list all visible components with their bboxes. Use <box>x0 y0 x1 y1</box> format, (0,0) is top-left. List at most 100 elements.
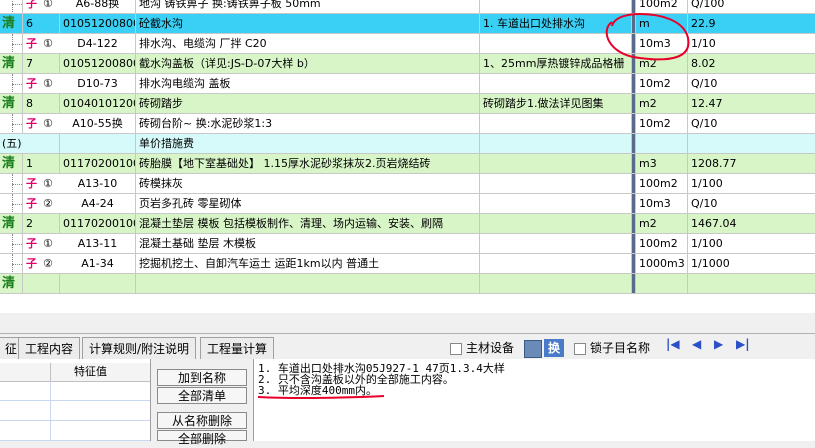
name-cell[interactable]: 排水沟电缆沟 盖板 <box>136 74 480 93</box>
bill-row[interactable]: 清1011702001001砖胎膜【地下室基础处】 1.15厚水泥砂浆抹灰2.页… <box>0 154 815 174</box>
bill-row[interactable]: 清7010512008005截水沟盖板（详见:JS-D-07大样 b）1、25m… <box>0 54 815 74</box>
unit-cell[interactable]: 100m2 <box>636 234 688 253</box>
quantity-cell[interactable]: 12.47 <box>688 94 815 113</box>
quantity-cell[interactable]: Q/100 <box>688 0 815 13</box>
lock-name-toggle[interactable]: 锁子目名称 <box>574 337 650 359</box>
quota-row[interactable]: 子 ② A1-34 挖掘机挖土、自卸汽车运土 运距1km以内 普通土 1000m3 1/1… <box>0 254 815 274</box>
main-equipment-toggle[interactable]: 主材设备 <box>450 337 514 359</box>
quantity-cell[interactable]: 1208.77 <box>688 154 815 173</box>
code-cell[interactable]: D10-73 <box>60 74 136 93</box>
tab-calc-rules[interactable]: 计算规则/附注说明 <box>82 337 197 360</box>
quantity-cell[interactable]: Q/10 <box>688 114 815 133</box>
code-cell[interactable] <box>60 274 136 293</box>
feature-cell[interactable]: 1. 车道出口处排水沟 <box>480 14 632 33</box>
quantity-cell[interactable]: 1/100 <box>688 234 815 253</box>
name-cell[interactable]: 砖砌台阶~ 换:水泥砂浆1:3 <box>136 114 480 133</box>
quota-row[interactable]: 子 ① A13-11 混凝土基础 垫层 木模板 100m2 1/100 <box>0 234 815 254</box>
quantity-cell[interactable]: 1467.04 <box>688 214 815 233</box>
code-cell[interactable]: 011702001002 <box>60 214 136 233</box>
name-cell[interactable]: 挖掘机挖土、自卸汽车运土 运距1km以内 普通土 <box>136 254 480 273</box>
code-cell[interactable]: A13-10 <box>60 174 136 193</box>
code-cell[interactable]: A10-55换 <box>60 114 136 133</box>
prev-icon[interactable]: ◀ <box>692 337 701 351</box>
name-cell[interactable]: 混凝土基础 垫层 木模板 <box>136 234 480 253</box>
feature-cell[interactable] <box>480 194 632 213</box>
name-cell[interactable]: 单价措施费 <box>136 134 480 153</box>
bill-row[interactable]: 清8010401012001砖砌踏步砖砌踏步1.做法详见图集m212.47 <box>0 94 815 114</box>
name-cell[interactable]: 砼截水沟 <box>136 14 480 33</box>
code-cell[interactable]: 010512008004 <box>60 14 136 33</box>
quantity-cell[interactable]: Q/10 <box>688 74 815 93</box>
code-cell[interactable] <box>60 134 136 153</box>
unit-cell[interactable]: 100m2 <box>636 174 688 193</box>
unit-cell[interactable] <box>636 134 688 153</box>
section-row[interactable]: (五) 单价措施费 <box>0 134 815 154</box>
name-cell[interactable]: 混凝土垫层 模板 包括模板制作、清理、场内运输、安装、刷隔 <box>136 214 480 233</box>
tab-work-content[interactable]: 工程内容 <box>18 337 81 360</box>
feature-cell[interactable] <box>480 234 632 253</box>
name-cell[interactable]: 截水沟盖板（详见:JS-D-07大样 b） <box>136 54 480 73</box>
quantity-cell[interactable]: 8.02 <box>688 54 815 73</box>
feature-cell[interactable] <box>480 114 632 133</box>
feature-cell[interactable] <box>480 214 632 233</box>
lock-name-checkbox[interactable] <box>574 342 586 355</box>
feature-cell[interactable] <box>480 174 632 193</box>
main-equipment-checkbox[interactable] <box>450 342 462 355</box>
unit-cell[interactable]: m2 <box>636 54 688 73</box>
delete-all-button[interactable]: 全部删除 <box>157 430 247 446</box>
feature-cell[interactable]: 砖砌踏步1.做法详见图集 <box>480 94 632 113</box>
unit-cell[interactable]: m2 <box>636 94 688 113</box>
feature-cell[interactable] <box>480 274 632 293</box>
feature-row[interactable] <box>0 401 150 421</box>
code-cell[interactable]: A6-88换 <box>60 0 136 13</box>
feature-cell[interactable] <box>480 254 632 273</box>
bill-row[interactable]: 清2011702001002混凝土垫层 模板 包括模板制作、清理、场内运输、安装… <box>0 214 815 234</box>
feature-cell[interactable] <box>480 154 632 173</box>
last-page-icon[interactable]: ▶| <box>736 337 750 351</box>
quota-row[interactable]: 子 ① A10-55换 砖砌台阶~ 换:水泥砂浆1:3 10m2 Q/10 <box>0 114 815 134</box>
remove-from-name-button[interactable]: 从名称删除 <box>157 412 247 429</box>
quantity-cell[interactable]: 1/1000 <box>688 254 815 273</box>
bill-row[interactable]: 清6010512008004砼截水沟1. 车道出口处排水沟m22.9 <box>0 14 815 34</box>
unit-cell[interactable]: m <box>636 14 688 33</box>
name-cell[interactable] <box>136 274 480 293</box>
quota-row[interactable]: 子 ② A4-24 页岩多孔砖 零星砌体 10m3 Q/10 <box>0 194 815 214</box>
monitor-icon[interactable] <box>524 340 542 358</box>
quantity-cell[interactable] <box>688 274 815 293</box>
feature-cell[interactable] <box>480 0 632 13</box>
feature-cell[interactable] <box>480 134 632 153</box>
name-cell[interactable]: 砖模抹灰 <box>136 174 480 193</box>
quantity-cell[interactable] <box>688 134 815 153</box>
code-cell[interactable]: 011702001001 <box>60 154 136 173</box>
unit-cell[interactable]: 10m3 <box>636 194 688 213</box>
unit-cell[interactable]: 1000m3 <box>636 254 688 273</box>
unit-cell[interactable]: m2 <box>636 214 688 233</box>
code-cell[interactable]: D4-122 <box>60 34 136 53</box>
name-cell[interactable]: 地沟 铸铁箅子 换:铸铁箅子板 50mm <box>136 0 480 13</box>
code-cell[interactable]: 010512008005 <box>60 54 136 73</box>
code-cell[interactable]: A4-24 <box>60 194 136 213</box>
name-cell[interactable]: 砖砌踏步 <box>136 94 480 113</box>
quota-row[interactable]: 子 ① A6-88换 地沟 铸铁箅子 换:铸铁箅子板 50mm 100m2 Q/100 <box>0 0 815 14</box>
feature-cell[interactable]: 1、25mm厚热镀锌成品格栅 <box>480 54 632 73</box>
name-cell[interactable]: 页岩多孔砖 零星砌体 <box>136 194 480 213</box>
unit-cell[interactable]: 10m3 <box>636 34 688 53</box>
unit-cell[interactable] <box>636 274 688 293</box>
feature-row[interactable] <box>0 421 150 441</box>
add-to-name-button[interactable]: 加到名称 <box>157 369 247 386</box>
unit-cell[interactable]: 100m2 <box>636 0 688 13</box>
swap-button[interactable]: 换 <box>544 339 565 357</box>
quota-row[interactable]: 子 ① D4-122 排水沟、电缆沟 厂拌 C20 10m3 1/10 <box>0 34 815 54</box>
quota-row[interactable]: 子 ① A13-10 砖模抹灰 100m2 1/100 <box>0 174 815 194</box>
quantity-cell[interactable]: 1/100 <box>688 174 815 193</box>
unit-cell[interactable]: 10m2 <box>636 114 688 133</box>
unit-cell[interactable]: 10m2 <box>636 74 688 93</box>
first-page-icon[interactable]: |◀ <box>666 337 680 351</box>
code-cell[interactable]: A1-34 <box>60 254 136 273</box>
quota-row[interactable]: 子 ① D10-73 排水沟电缆沟 盖板 10m2 Q/10 <box>0 74 815 94</box>
all-list-button[interactable]: 全部清单 <box>157 387 247 404</box>
code-cell[interactable]: A13-11 <box>60 234 136 253</box>
quantity-cell[interactable]: 22.9 <box>688 14 815 33</box>
feature-row[interactable] <box>0 381 150 401</box>
quantity-cell[interactable]: Q/10 <box>688 194 815 213</box>
